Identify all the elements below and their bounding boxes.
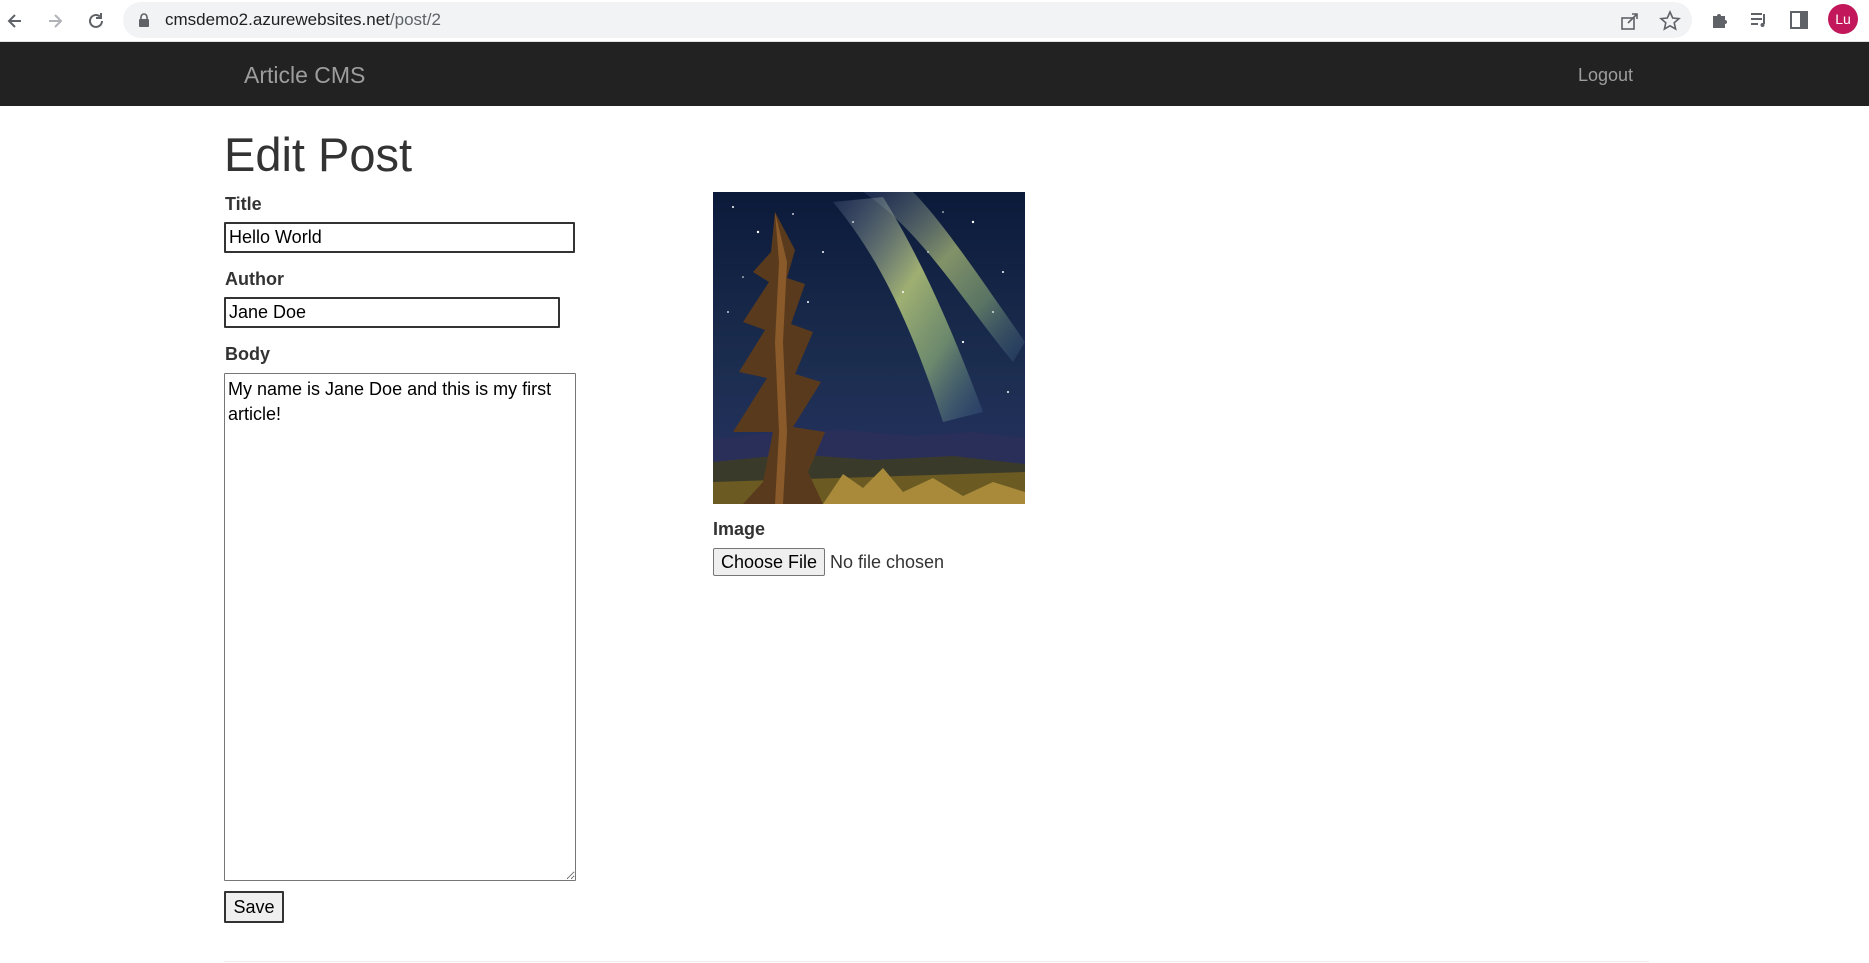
save-button[interactable]: Save [224, 891, 284, 923]
media-queue-icon[interactable] [1748, 9, 1770, 31]
body-textarea[interactable]: My name is Jane Doe and this is my first… [224, 373, 576, 881]
file-status-text: No file chosen [830, 552, 945, 572]
forward-arrow-icon [49, 14, 63, 28]
logout-link[interactable]: Logout [1578, 64, 1633, 86]
title-label: Title [225, 194, 262, 214]
share-icon[interactable] [1619, 10, 1641, 32]
side-panel-icon[interactable] [1788, 9, 1810, 31]
title-input[interactable] [224, 222, 575, 253]
app-navbar: Article CMS Logout [0, 42, 1869, 106]
footer-divider [224, 961, 1649, 962]
body-label: Body [225, 344, 270, 364]
page-title: Edit Post [224, 128, 413, 181]
reload-icon [89, 13, 103, 28]
choose-file-button[interactable]: Choose File [713, 548, 825, 576]
reload-button[interactable] [83, 8, 109, 34]
address-bar[interactable]: cmsdemo2.azurewebsites.net/post/2 [123, 2, 1692, 38]
post-image [713, 192, 1025, 504]
brand-link[interactable]: Article CMS [244, 62, 365, 88]
author-input[interactable] [224, 297, 560, 328]
image-label: Image [713, 519, 766, 539]
lock-icon [139, 13, 149, 27]
forward-button[interactable] [42, 8, 68, 34]
back-button[interactable] [2, 8, 28, 34]
author-label: Author [225, 269, 284, 289]
starry-sky-image [713, 192, 1025, 504]
browser-toolbar: cmsdemo2.azurewebsites.net/post/2 Lu [0, 0, 1869, 42]
puzzle-icon[interactable] [1709, 9, 1731, 31]
star-icon[interactable] [1659, 10, 1681, 32]
back-arrow-icon [7, 14, 21, 28]
url-text: cmsdemo2.azurewebsites.net/post/2 [165, 10, 441, 29]
profile-avatar[interactable]: Lu [1828, 4, 1858, 34]
